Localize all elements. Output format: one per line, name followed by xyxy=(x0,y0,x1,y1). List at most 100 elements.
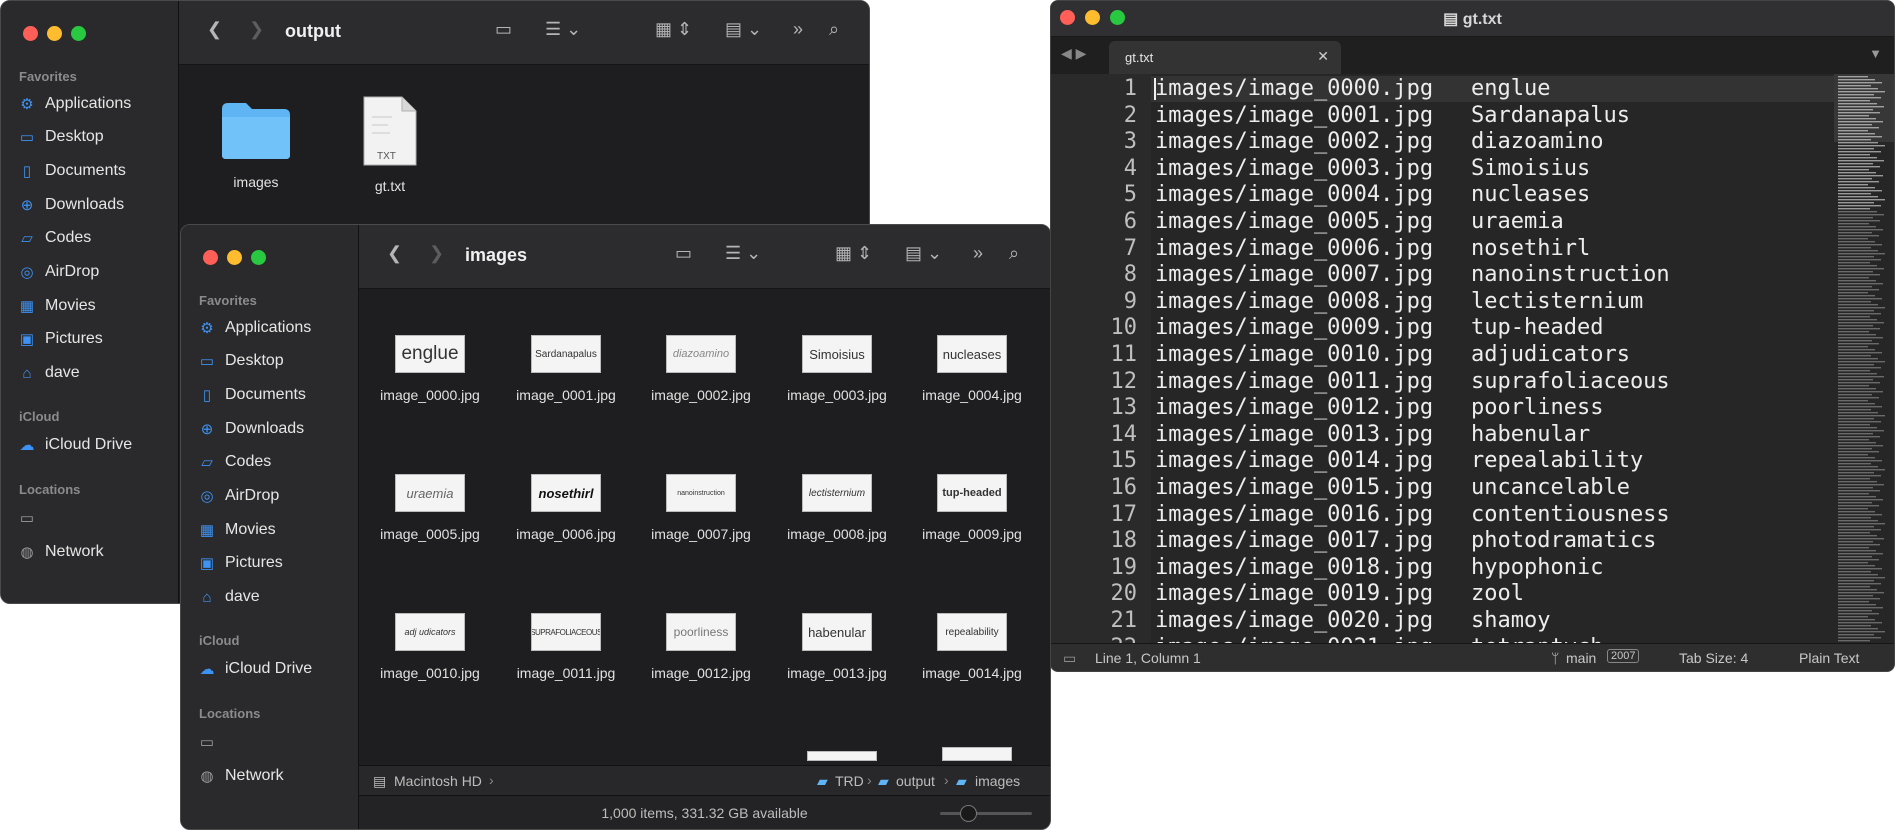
code-line[interactable]: images/image_0007.jpg nanoinstruction xyxy=(1151,262,1881,288)
thumbnail-item[interactable]: englue image_0000.jpg xyxy=(365,335,495,403)
sidebar-item-pictures[interactable]: ▣ Pictures xyxy=(17,324,103,354)
more-icon[interactable]: » xyxy=(973,243,983,264)
sidebar-item-icloud-drive[interactable]: ☁ iCloud Drive xyxy=(197,654,313,684)
thumbnail-item[interactable]: nosethirl image_0006.jpg xyxy=(501,474,631,542)
list-view-icon[interactable]: ☰ ⌄ xyxy=(545,19,581,40)
path-crumb[interactable]: output xyxy=(896,773,935,789)
sidebar-item-network[interactable]: ◍ Network xyxy=(197,761,283,791)
thumbnail-item[interactable]: Simoisius image_0003.jpg xyxy=(772,335,902,403)
code-line[interactable]: images/image_0003.jpg Simoisius xyxy=(1151,156,1881,182)
folder-item[interactable]: images xyxy=(191,99,321,190)
sidebar-item-computer[interactable]: ▭ xyxy=(17,503,37,533)
sidebar-item-applications[interactable]: ⚙ Applications xyxy=(17,89,131,119)
sidebar-item-downloads[interactable]: ⊕ Downloads xyxy=(17,190,124,220)
group-icon[interactable]: ▤ ⌄ xyxy=(725,19,762,40)
code-line[interactable]: images/image_0015.jpg uncancelable xyxy=(1151,475,1881,501)
tab-nav-icon[interactable]: ◀ ▶ xyxy=(1061,45,1086,62)
code-line[interactable]: images/image_0001.jpg Sardanapalus xyxy=(1151,103,1881,129)
sidebar-item-movies[interactable]: ▦ Movies xyxy=(197,515,276,545)
code-line[interactable]: images/image_0006.jpg nosethirl xyxy=(1151,236,1881,262)
path-root[interactable]: Macintosh HD xyxy=(394,773,482,789)
path-crumb[interactable]: TRD xyxy=(835,773,864,789)
desktop-view-icon[interactable]: ▭ xyxy=(495,19,512,40)
close-icon[interactable]: ✕ xyxy=(1317,48,1329,65)
thumbnail-item[interactable]: poorliness image_0012.jpg xyxy=(636,613,766,681)
tab-menu-icon[interactable]: ▼ xyxy=(1869,46,1882,61)
sidebar-item-dave[interactable]: ⌂ dave xyxy=(197,582,259,612)
code-line[interactable]: images/image_0013.jpg habenular xyxy=(1151,422,1881,448)
thumbnail-item[interactable]: uraemia image_0005.jpg xyxy=(365,474,495,542)
zoom-button[interactable] xyxy=(71,26,86,41)
zoom-button[interactable] xyxy=(251,250,266,265)
minimap[interactable] xyxy=(1834,74,1894,645)
forward-icon[interactable]: ❯ xyxy=(429,243,444,264)
thumbnail-item[interactable]: habenular image_0013.jpg xyxy=(772,613,902,681)
thumbnail-item[interactable]: adj udicators image_0010.jpg xyxy=(365,613,495,681)
thumbnail-item[interactable]: repealability image_0014.jpg xyxy=(907,613,1037,681)
desktop-view-icon[interactable]: ▭ xyxy=(675,243,692,264)
close-button[interactable] xyxy=(203,250,218,265)
sidebar-item-codes[interactable]: ▱ Codes xyxy=(197,447,271,477)
sidebar-item-downloads[interactable]: ⊕ Downloads xyxy=(197,414,304,444)
sidebar-item-computer[interactable]: ▭ xyxy=(197,727,217,757)
path-crumb[interactable]: images xyxy=(975,773,1020,789)
code-line[interactable]: images/image_0004.jpg nucleases xyxy=(1151,182,1881,208)
sidebar-item-pictures[interactable]: ▣ Pictures xyxy=(197,548,283,578)
branch-name[interactable]: main xyxy=(1566,650,1596,666)
code-line[interactable]: images/image_0002.jpg diazoamino xyxy=(1151,129,1881,155)
code-line[interactable]: images/image_0014.jpg repealability xyxy=(1151,448,1881,474)
back-icon[interactable]: ❮ xyxy=(387,243,402,264)
sidebar-item-movies[interactable]: ▦ Movies xyxy=(17,291,96,321)
search-icon[interactable]: ⌕ xyxy=(829,19,839,40)
minimize-button[interactable] xyxy=(227,250,242,265)
code-line[interactable]: images/image_0008.jpg lectisternium xyxy=(1151,289,1881,315)
zoom-slider[interactable] xyxy=(940,805,1032,822)
code-line[interactable]: images/image_0005.jpg uraemia xyxy=(1151,209,1881,235)
code-line[interactable]: images/image_0011.jpg suprafoliaceous xyxy=(1151,369,1881,395)
thumbnail-item[interactable]: nanoinstruction image_0007.jpg xyxy=(636,474,766,542)
code-line[interactable]: images/image_0009.jpg tup-headed xyxy=(1151,315,1881,341)
minimize-button[interactable] xyxy=(47,26,62,41)
thumbnail-item[interactable]: tup-headed image_0009.jpg xyxy=(907,474,1037,542)
search-icon[interactable]: ⌕ xyxy=(1009,243,1019,264)
code-line[interactable]: images/image_0019.jpg zool xyxy=(1151,581,1881,607)
code-line[interactable]: images/image_0000.jpg englue xyxy=(1151,76,1881,102)
syntax-mode[interactable]: Plain Text xyxy=(1799,650,1859,666)
code-line[interactable]: images/image_0012.jpg poorliness xyxy=(1151,395,1881,421)
thumbnail-item[interactable]: Sardanapalus image_0001.jpg xyxy=(501,335,631,403)
grid-view-icon[interactable]: ▦ ⇕ xyxy=(655,19,692,40)
thumbnail-item[interactable]: diazoamino image_0002.jpg xyxy=(636,335,766,403)
sidebar-item-documents[interactable]: ▯ Documents xyxy=(17,156,126,186)
code-line[interactable]: images/image_0017.jpg photodramatics xyxy=(1151,528,1881,554)
sidebar-item-network[interactable]: ◍ Network xyxy=(17,537,103,567)
list-view-icon[interactable]: ☰ ⌄ xyxy=(725,243,761,264)
code-line[interactable]: images/image_0018.jpg hypophonic xyxy=(1151,555,1881,581)
thumbnail-item[interactable]: nucleases image_0004.jpg xyxy=(907,335,1037,403)
code-line[interactable]: images/image_0010.jpg adjudicators xyxy=(1151,342,1881,368)
slider-handle[interactable] xyxy=(960,805,977,822)
sidebar-item-codes[interactable]: ▱ Codes xyxy=(17,223,91,253)
more-icon[interactable]: » xyxy=(793,19,803,40)
sidebar-item-desktop[interactable]: ▭ Desktop xyxy=(197,346,284,376)
file-item[interactable]: TXT gt.txt xyxy=(325,95,455,194)
thumbnail-item[interactable]: lectisternium image_0008.jpg xyxy=(772,474,902,542)
panel-icon[interactable]: ▭ xyxy=(1063,650,1076,667)
sidebar-item-documents[interactable]: ▯ Documents xyxy=(197,380,306,410)
group-icon[interactable]: ▤ ⌄ xyxy=(905,243,942,264)
code-area[interactable]: images/image_0000.jpg englue images/image_… xyxy=(1151,74,1881,644)
grid-view-icon[interactable]: ▦ ⇕ xyxy=(835,243,872,264)
code-line[interactable]: images/image_0020.jpg shamoy xyxy=(1151,608,1881,634)
back-icon[interactable]: ❮ xyxy=(207,19,222,40)
sidebar-item-icloud-drive[interactable]: ☁ iCloud Drive xyxy=(17,430,133,460)
tab-gt-txt[interactable]: gt.txt ✕ xyxy=(1109,41,1341,74)
sidebar-item-airdrop[interactable]: ◎ AirDrop xyxy=(17,257,99,287)
close-button[interactable] xyxy=(23,26,38,41)
cursor-position[interactable]: Line 1, Column 1 xyxy=(1095,650,1201,666)
sidebar-item-airdrop[interactable]: ◎ AirDrop xyxy=(197,481,279,511)
thumbnail-item[interactable]: SUPRAFOLIACEOUS image_0011.jpg xyxy=(501,613,631,681)
forward-icon[interactable]: ❯ xyxy=(249,19,264,40)
sidebar-item-applications[interactable]: ⚙ Applications xyxy=(197,313,311,343)
sidebar-item-desktop[interactable]: ▭ Desktop xyxy=(17,122,104,152)
tab-size[interactable]: Tab Size: 4 xyxy=(1679,650,1748,666)
code-line[interactable]: images/image_0016.jpg contentiousness xyxy=(1151,502,1881,528)
